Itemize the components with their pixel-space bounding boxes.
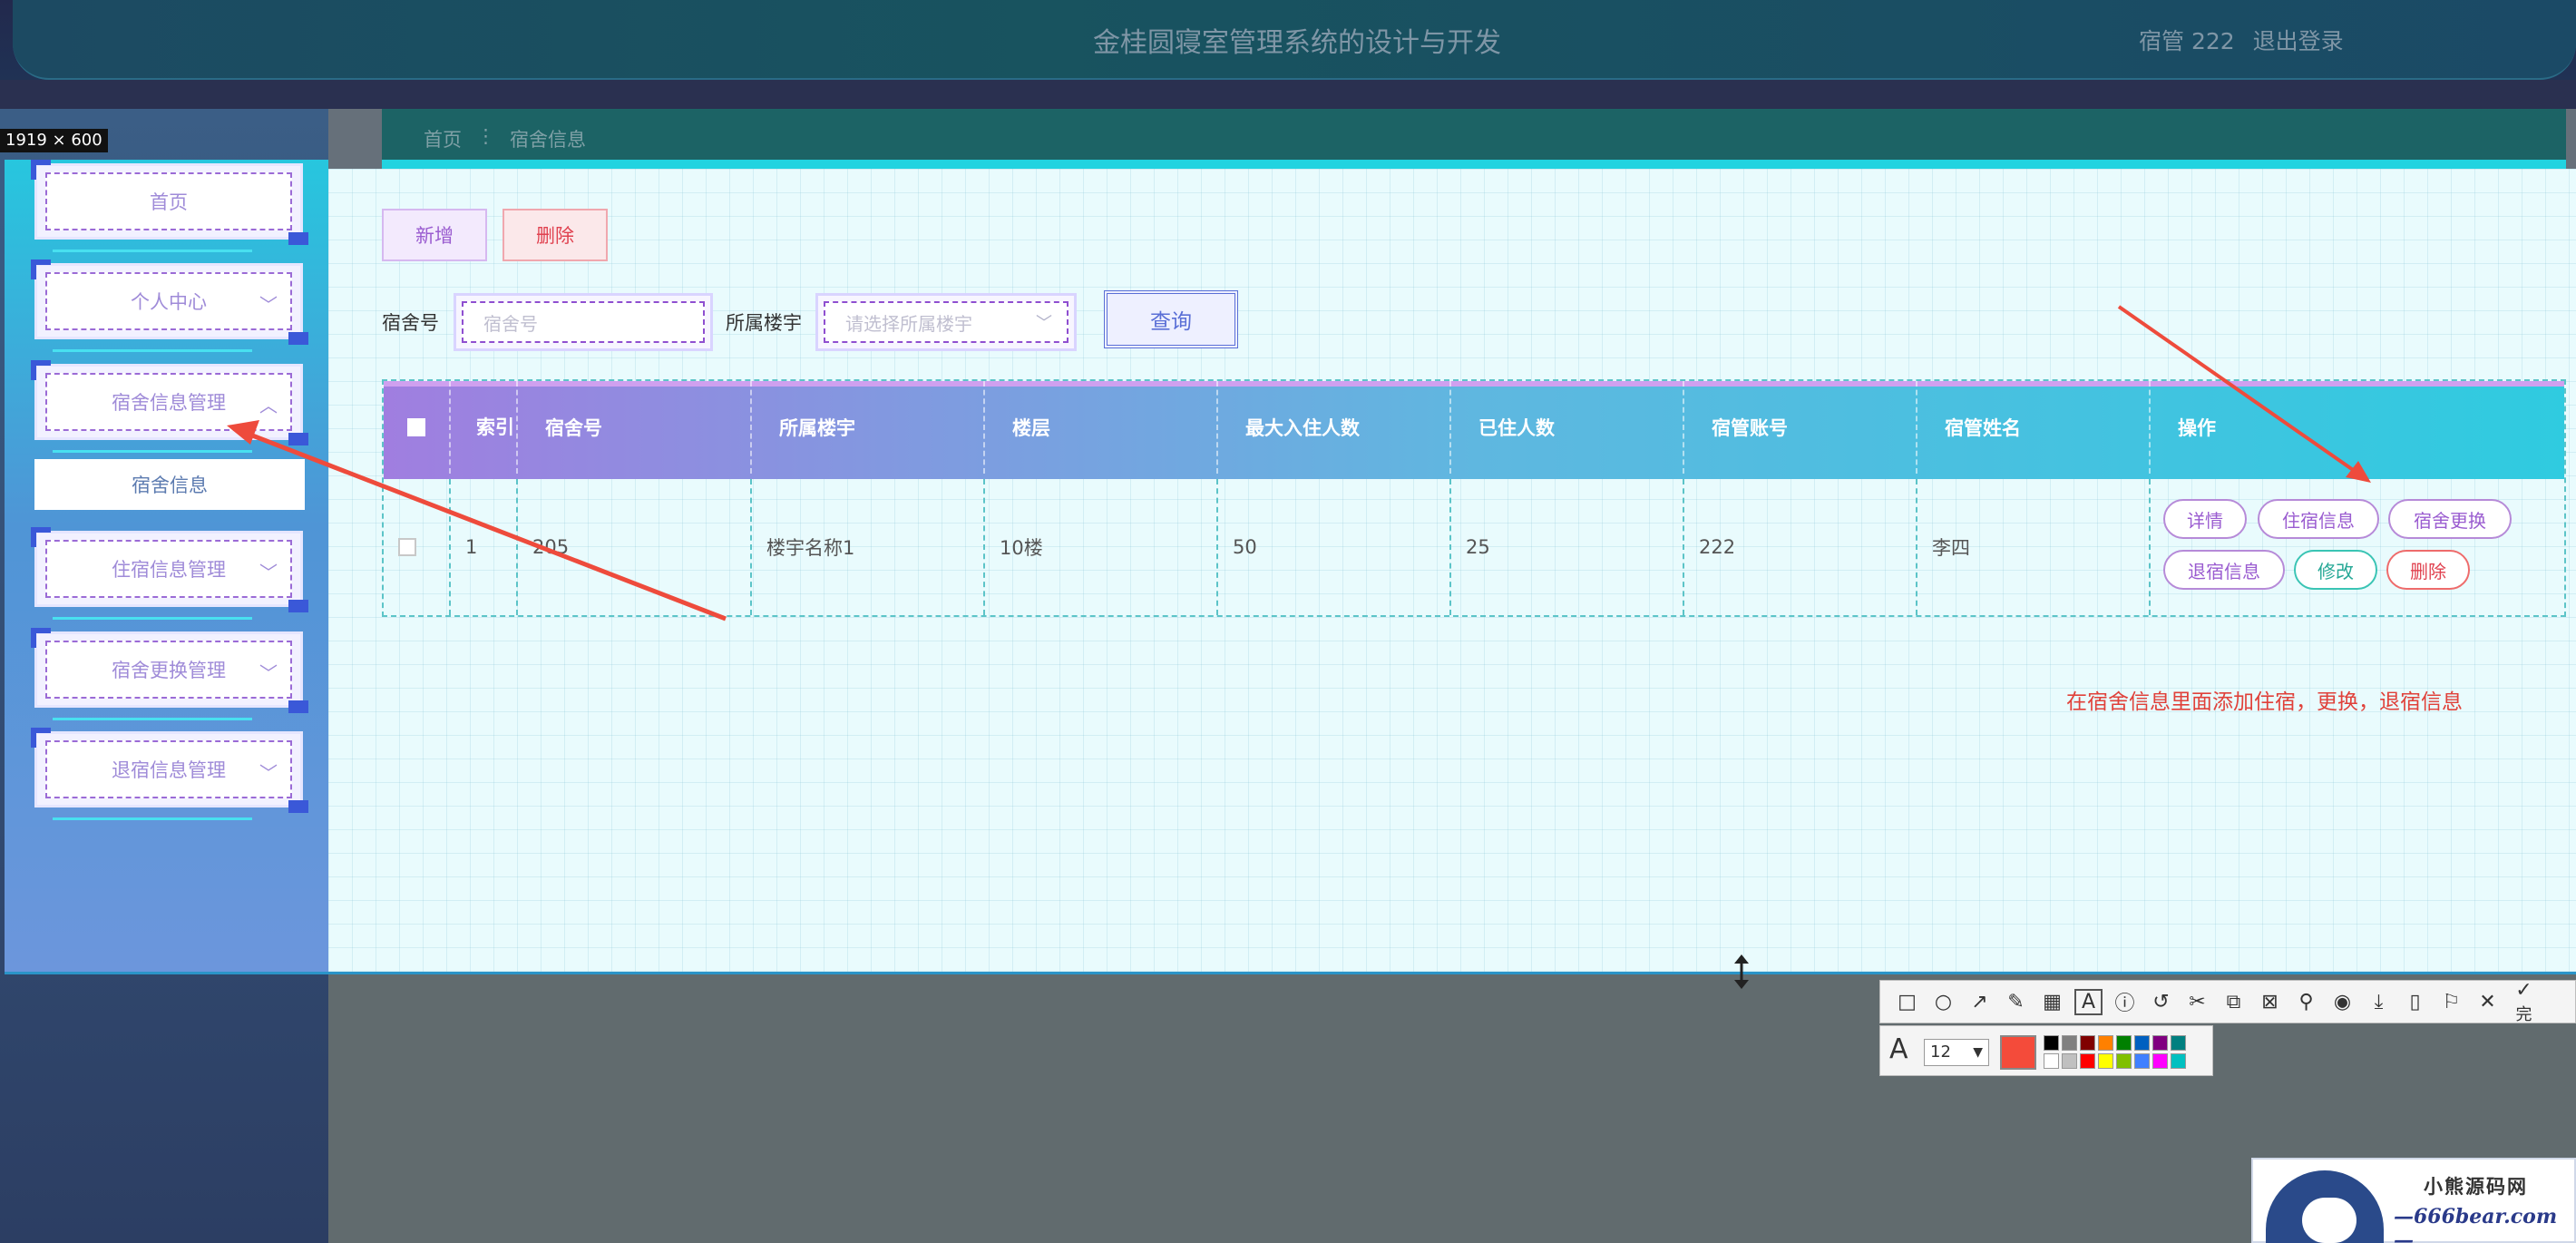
number-tool-icon[interactable]: ⓘ — [2113, 987, 2137, 1016]
arrow-to-actions — [2117, 305, 2371, 483]
ellipse-tool-icon[interactable]: ○ — [1931, 991, 1956, 1013]
color-swatch[interactable] — [2044, 1053, 2059, 1069]
pin-icon[interactable]: ⚲ — [2294, 991, 2318, 1013]
text-tool-icon[interactable]: A — [2074, 988, 2103, 1015]
zoom-tool-icon[interactable]: ⊠ — [2258, 991, 2282, 1013]
watermark-url: —666bear.com— — [2394, 1205, 2558, 1243]
color-swatch[interactable] — [2171, 1053, 2186, 1069]
color-swatch[interactable] — [2080, 1035, 2095, 1051]
scissor-tool-icon[interactable]: ✂ — [2185, 991, 2210, 1013]
color-palette — [2044, 1035, 2186, 1069]
screenshot-tools-row: □ ○ ↗ ✎ ▦ A ⓘ ↺ ✂ ⧉ ⊠ ⚲ ◉ ⤓ ▯ ⚐ ✕ ✓完 — [1879, 979, 2576, 1025]
arrow-to-sidebar — [227, 420, 727, 622]
color-swatch[interactable] — [2116, 1053, 2132, 1069]
color-swatch[interactable] — [2171, 1035, 2186, 1051]
color-swatch[interactable] — [2044, 1035, 2059, 1051]
bookmark-icon[interactable]: ⚐ — [2439, 991, 2464, 1013]
current-color-swatch[interactable] — [2000, 1035, 2036, 1070]
rectangle-tool-icon[interactable]: □ — [1895, 991, 1919, 1013]
color-swatch[interactable] — [2062, 1035, 2077, 1051]
done-label: 完 — [2515, 1004, 2532, 1024]
color-swatch[interactable] — [2062, 1053, 2077, 1069]
download-icon[interactable]: ⤓ — [2366, 991, 2391, 1013]
chevron-down-icon: ▼ — [1973, 1045, 1983, 1060]
font-icon: A — [1889, 1033, 1908, 1065]
color-swatch[interactable] — [2098, 1053, 2113, 1069]
text-style-row: A 12 ▼ — [1879, 1025, 2213, 1076]
color-swatch[interactable] — [2152, 1053, 2168, 1069]
undo-icon[interactable]: ↺ — [2149, 991, 2173, 1013]
mosaic-tool-icon[interactable]: ▦ — [2040, 991, 2064, 1013]
bear-logo-icon — [2266, 1170, 2384, 1243]
color-swatch[interactable] — [2152, 1035, 2168, 1051]
color-swatch[interactable] — [2116, 1035, 2132, 1051]
close-icon[interactable]: ✕ — [2475, 991, 2500, 1013]
color-swatch[interactable] — [2134, 1053, 2150, 1069]
record-icon[interactable]: ◉ — [2330, 991, 2355, 1013]
color-swatch[interactable] — [2080, 1053, 2095, 1069]
ocr-tool-icon[interactable]: ⧉ — [2221, 991, 2246, 1013]
phone-icon[interactable]: ▯ — [2403, 991, 2427, 1013]
watermark-logo: 小熊源码网 —666bear.com— — [2251, 1158, 2576, 1243]
color-swatch[interactable] — [2098, 1035, 2113, 1051]
color-swatch[interactable] — [2134, 1035, 2150, 1051]
pen-tool-icon[interactable]: ✎ — [2004, 991, 2028, 1013]
screenshot-toolbar: □ ○ ↗ ✎ ▦ A ⓘ ↺ ✂ ⧉ ⊠ ⚲ ◉ ⤓ ▯ ⚐ ✕ ✓完 A 1… — [1879, 979, 2576, 1096]
arrow-tool-icon[interactable]: ↗ — [1967, 991, 1992, 1013]
resize-cursor-icon — [1734, 954, 1749, 989]
watermark-title: 小熊源码网 — [2424, 1176, 2528, 1198]
font-size-value: 12 — [1930, 1042, 1951, 1062]
font-size-select[interactable]: 12 ▼ — [1924, 1039, 1989, 1066]
confirm-icon[interactable]: ✓完 — [2512, 979, 2536, 1025]
